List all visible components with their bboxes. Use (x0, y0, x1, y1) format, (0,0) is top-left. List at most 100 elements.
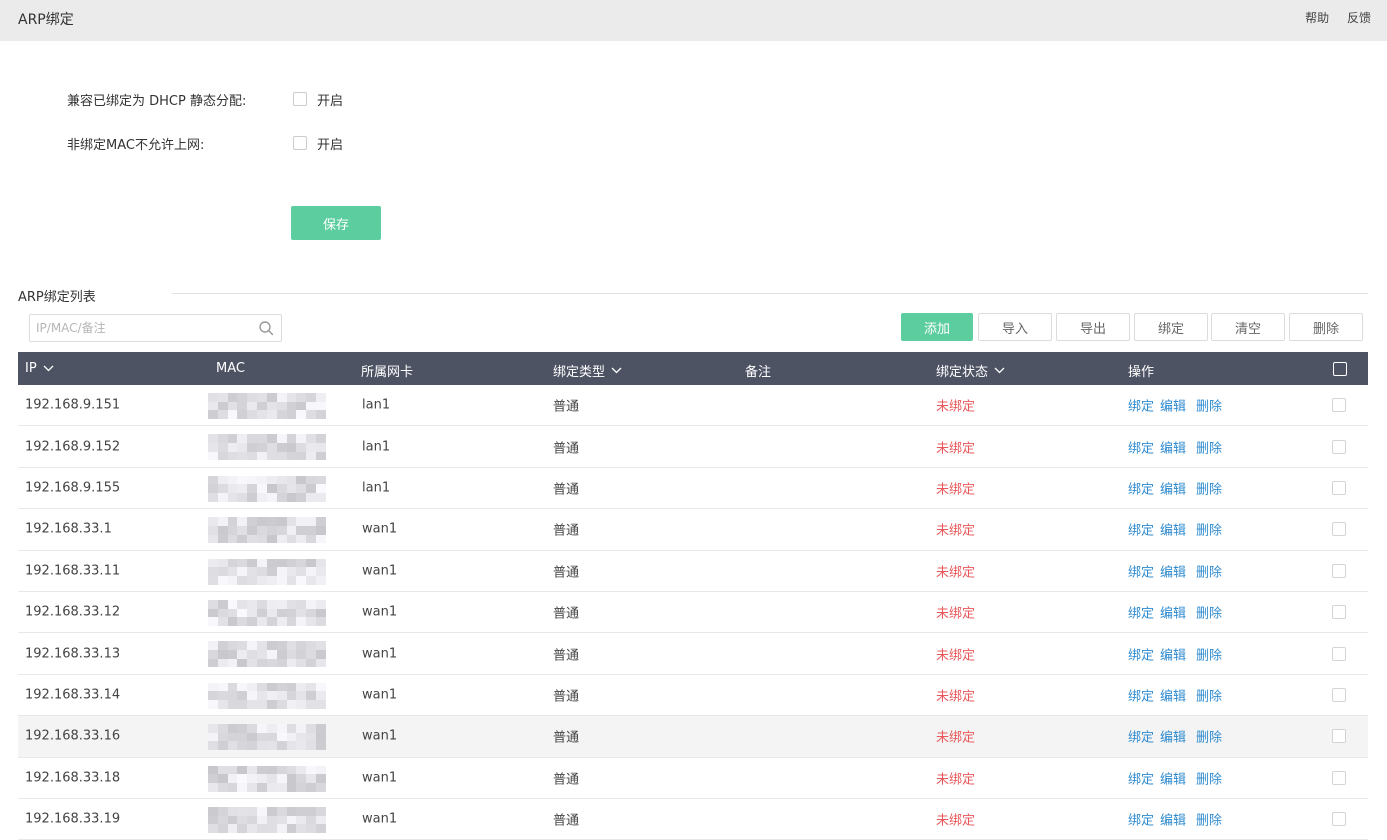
row-edit-link[interactable]: 编辑 (1160, 524, 1186, 539)
compat-checkbox[interactable] (293, 92, 307, 106)
row-bind-link[interactable]: 绑定 (1128, 814, 1154, 829)
row-checkbox[interactable] (1332, 605, 1346, 620)
table-row[interactable]: 192.168.9.155 lan1 普通 未绑定 绑定 编辑 删除 (18, 468, 1368, 510)
chevron-down-icon (994, 367, 1005, 374)
row-bind-link[interactable]: 绑定 (1128, 731, 1154, 746)
cell-status: 未绑定 (936, 730, 976, 746)
row-edit-link[interactable]: 编辑 (1160, 772, 1186, 787)
column-status-label: 绑定状态 (936, 365, 989, 380)
row-checkbox[interactable] (1332, 522, 1346, 537)
row-actions: 绑定 编辑 删除 (1128, 437, 1228, 456)
compat-setting-row: 兼容已绑定为 DHCP 静态分配: 开启 (67, 89, 343, 109)
bind-button[interactable]: 绑定 (1134, 313, 1208, 341)
column-type[interactable]: 绑定类型 (553, 361, 622, 380)
row-checkbox[interactable] (1332, 646, 1346, 661)
section-divider (172, 293, 1368, 294)
table-row[interactable]: 192.168.33.18 wan1 普通 未绑定 绑定 编辑 删除 (18, 758, 1368, 799)
cell-nic: wan1 (362, 687, 398, 703)
mac-redacted (208, 765, 326, 792)
row-checkbox[interactable] (1332, 687, 1346, 702)
row-delete-link[interactable]: 删除 (1196, 607, 1222, 622)
clear-button[interactable]: 清空 (1211, 313, 1285, 341)
cell-nic: wan1 (362, 563, 398, 579)
import-button[interactable]: 导入 (978, 313, 1052, 341)
table-row[interactable]: 192.168.33.19 wan1 普通 未绑定 绑定 编辑 删除 (18, 799, 1368, 840)
search-icon[interactable] (258, 320, 274, 336)
table-row[interactable]: 192.168.33.1 wan1 普通 未绑定 绑定 编辑 删除 (18, 509, 1368, 551)
row-bind-link[interactable]: 绑定 (1128, 689, 1154, 704)
cell-nic: wan1 (362, 604, 398, 620)
row-checkbox[interactable] (1332, 439, 1346, 454)
save-button[interactable]: 保存 (291, 206, 381, 240)
table-row[interactable]: 192.168.9.151 lan1 普通 未绑定 绑定 编辑 删除 (18, 385, 1368, 427)
row-edit-link[interactable]: 编辑 (1160, 814, 1186, 829)
column-ip[interactable]: IP (25, 361, 54, 376)
row-delete-link[interactable]: 删除 (1196, 400, 1222, 415)
row-checkbox[interactable] (1332, 480, 1346, 495)
row-delete-link[interactable]: 删除 (1196, 565, 1222, 580)
row-checkbox[interactable] (1332, 812, 1346, 827)
top-bar: ARP绑定 帮助 反馈 (0, 0, 1387, 41)
nonbind-setting-row: 非绑定MAC不允许上网: 开启 (67, 133, 343, 153)
add-button[interactable]: 添加 (901, 313, 973, 341)
row-delete-link[interactable]: 删除 (1196, 648, 1222, 663)
mac-redacted (208, 806, 326, 833)
row-edit-link[interactable]: 编辑 (1160, 648, 1186, 663)
table-row[interactable]: 192.168.33.13 wan1 普通 未绑定 绑定 编辑 删除 (18, 633, 1368, 675)
help-link[interactable]: 帮助 (1305, 11, 1329, 25)
row-checkbox[interactable] (1332, 770, 1346, 785)
cell-status: 未绑定 (936, 689, 976, 705)
row-checkbox[interactable] (1332, 398, 1346, 413)
table-row[interactable]: 192.168.33.11 wan1 普通 未绑定 绑定 编辑 删除 (18, 551, 1368, 592)
select-all-checkbox[interactable] (1333, 362, 1347, 376)
row-actions: 绑定 编辑 删除 (1128, 603, 1228, 622)
nonbind-checkbox[interactable] (293, 136, 307, 150)
row-edit-link[interactable]: 编辑 (1160, 400, 1186, 415)
mac-redacted (208, 434, 326, 461)
search-input[interactable] (30, 315, 250, 341)
export-button[interactable]: 导出 (1056, 313, 1130, 341)
column-remark-label: 备注 (745, 365, 772, 380)
row-bind-link[interactable]: 绑定 (1128, 565, 1154, 580)
table-row[interactable]: 192.168.33.16 wan1 普通 未绑定 绑定 编辑 删除 (18, 716, 1368, 758)
row-checkbox[interactable] (1332, 563, 1346, 578)
row-bind-link[interactable]: 绑定 (1128, 441, 1154, 456)
cell-ip: 192.168.33.14 (25, 687, 121, 703)
row-actions: 绑定 编辑 删除 (1128, 520, 1228, 539)
delete-button[interactable]: 删除 (1289, 313, 1363, 341)
row-delete-link[interactable]: 删除 (1196, 772, 1222, 787)
row-bind-link[interactable]: 绑定 (1128, 482, 1154, 497)
row-delete-link[interactable]: 删除 (1196, 814, 1222, 829)
cell-ip: 192.168.33.18 (25, 770, 121, 786)
row-delete-link[interactable]: 删除 (1196, 441, 1222, 456)
row-edit-link[interactable]: 编辑 (1160, 607, 1186, 622)
row-edit-link[interactable]: 编辑 (1160, 441, 1186, 456)
row-edit-link[interactable]: 编辑 (1160, 689, 1186, 704)
cell-ip: 192.168.33.16 (25, 728, 121, 744)
top-links: 帮助 反馈 (1291, 9, 1371, 26)
cell-nic: wan1 (362, 770, 398, 786)
row-edit-link[interactable]: 编辑 (1160, 731, 1186, 746)
table-row[interactable]: 192.168.33.14 wan1 普通 未绑定 绑定 编辑 删除 (18, 675, 1368, 717)
row-bind-link[interactable]: 绑定 (1128, 524, 1154, 539)
cell-type: 普通 (553, 648, 580, 664)
column-status[interactable]: 绑定状态 (936, 361, 1005, 380)
row-delete-link[interactable]: 删除 (1196, 731, 1222, 746)
row-checkbox[interactable] (1332, 729, 1346, 744)
row-edit-link[interactable]: 编辑 (1160, 565, 1186, 580)
table-row[interactable]: 192.168.9.152 lan1 普通 未绑定 绑定 编辑 删除 (18, 426, 1368, 468)
table-row[interactable]: 192.168.33.12 wan1 普通 未绑定 绑定 编辑 删除 (18, 592, 1368, 634)
row-delete-link[interactable]: 删除 (1196, 482, 1222, 497)
cell-nic: wan1 (362, 728, 398, 744)
feedback-link[interactable]: 反馈 (1347, 11, 1371, 25)
column-ops-label: 操作 (1128, 365, 1155, 380)
row-bind-link[interactable]: 绑定 (1128, 648, 1154, 663)
column-ops: 操作 (1128, 361, 1154, 380)
row-bind-link[interactable]: 绑定 (1128, 772, 1154, 787)
row-delete-link[interactable]: 删除 (1196, 689, 1222, 704)
row-bind-link[interactable]: 绑定 (1128, 607, 1154, 622)
column-mac-label: MAC (216, 361, 245, 376)
row-delete-link[interactable]: 删除 (1196, 524, 1222, 539)
row-edit-link[interactable]: 编辑 (1160, 482, 1186, 497)
row-bind-link[interactable]: 绑定 (1128, 400, 1154, 415)
